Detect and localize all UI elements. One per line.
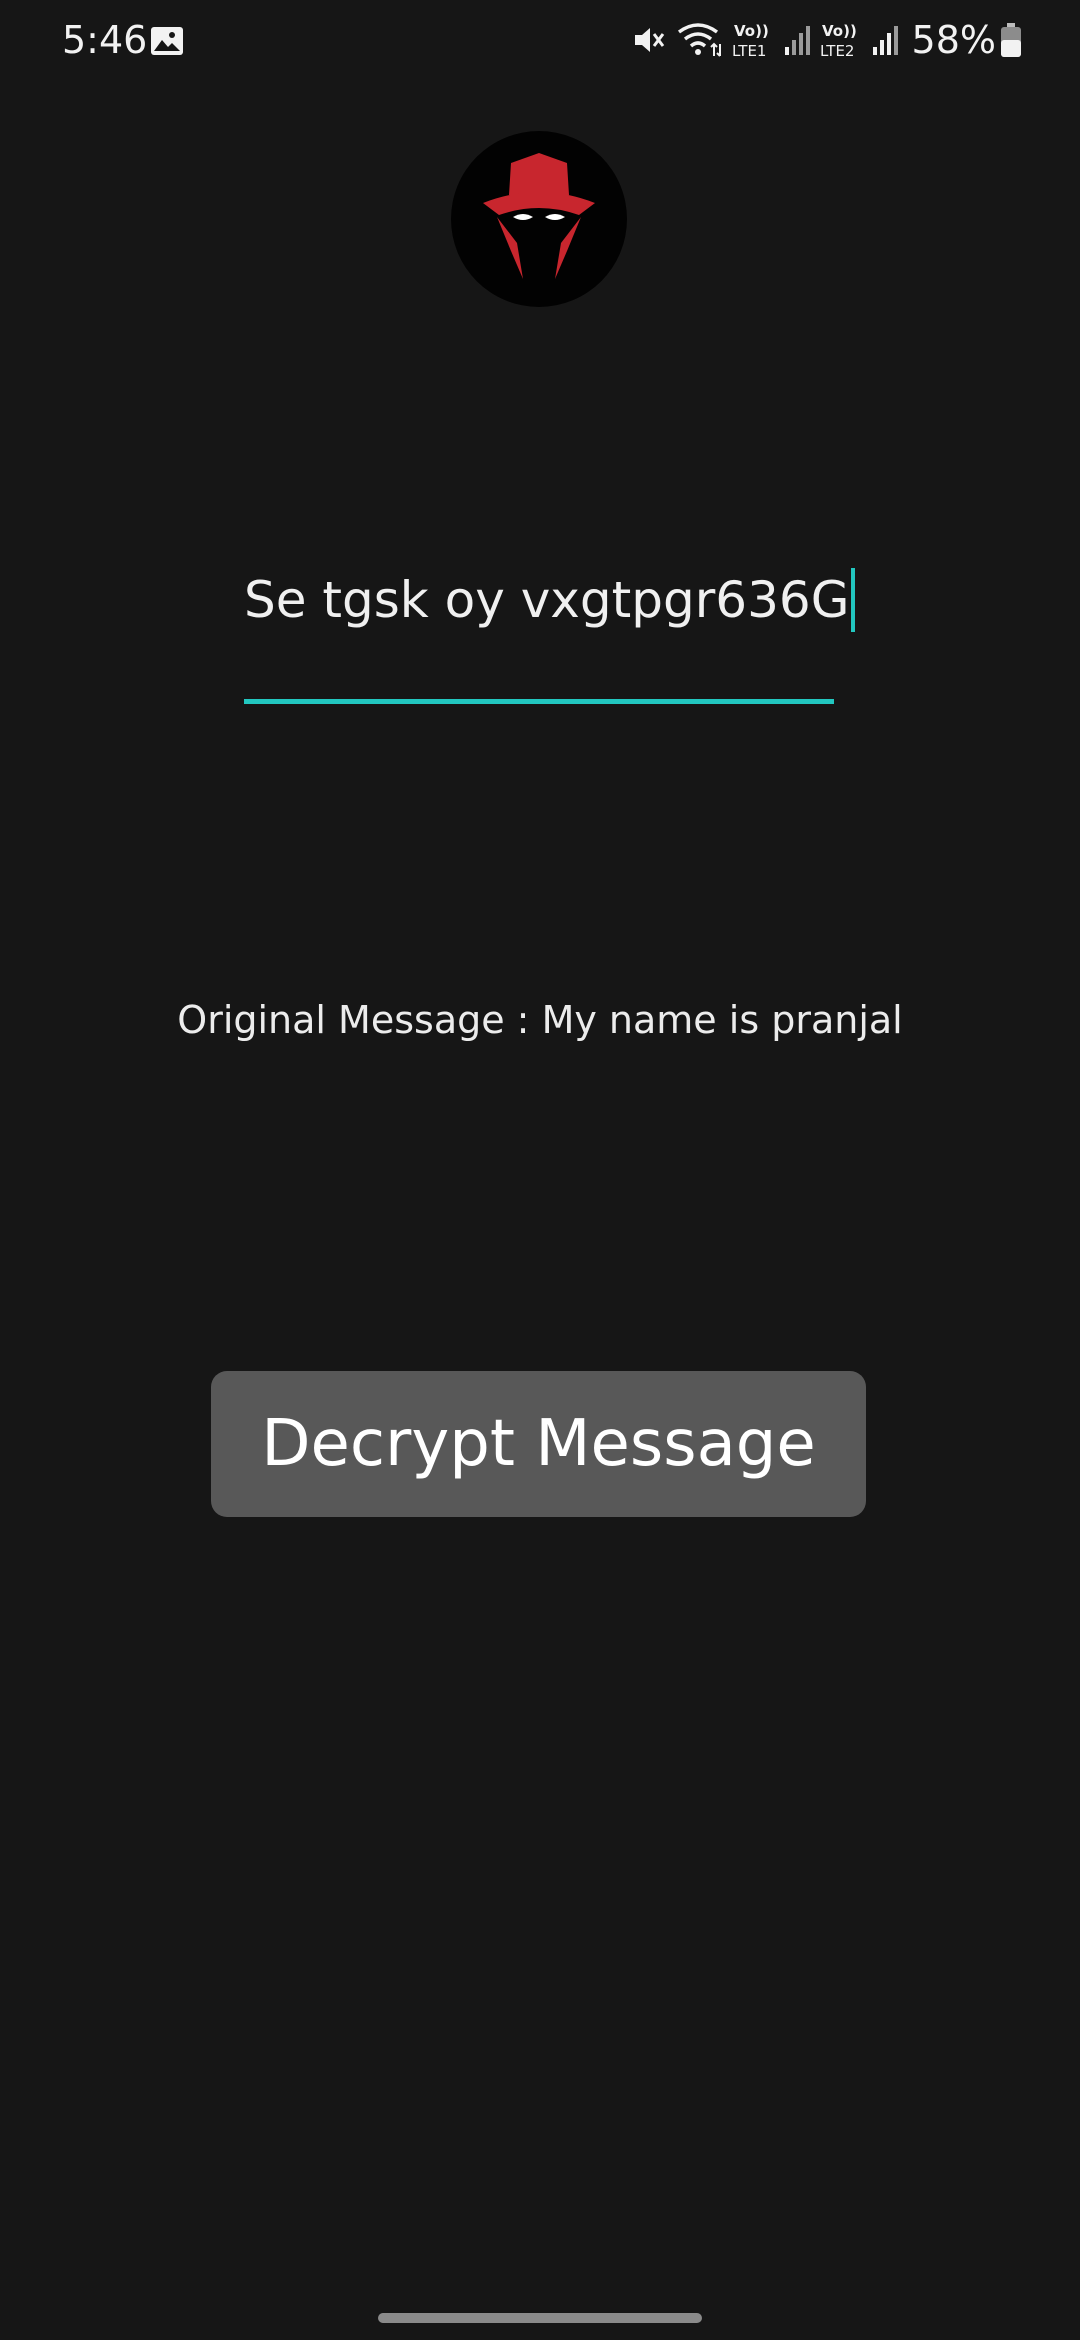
battery-icon <box>1001 23 1021 57</box>
status-bar: 5:46 Vo)) LTE1 Vo)) LTE2 58% <box>0 0 1080 80</box>
mute-icon <box>634 28 664 52</box>
gesture-nav-handle[interactable] <box>378 2313 702 2323</box>
spy-hat-logo-icon <box>451 131 627 307</box>
volte-lte2-icon: Vo)) LTE2 <box>820 22 857 60</box>
input-underline <box>244 699 834 704</box>
signal-icon <box>872 26 898 55</box>
original-message-text: Original Message : My name is pranjal <box>177 998 903 1042</box>
gallery-icon <box>151 27 183 55</box>
message-input-field[interactable]: Se tgsk oy vxgtpgr636G <box>244 560 856 710</box>
input-value: Se tgsk oy vxgtpgr636G <box>244 571 850 629</box>
status-time: 5:46 <box>62 18 148 62</box>
signal-icon <box>784 26 810 55</box>
svg-text:Vo)): Vo)) <box>822 22 857 40</box>
wifi-icon <box>677 23 721 57</box>
decrypt-message-button[interactable]: Decrypt Message <box>211 1371 866 1517</box>
battery-percent: 58% <box>911 18 996 62</box>
text-cursor <box>851 567 856 632</box>
decrypt-screen: 5:46 Vo)) LTE1 Vo)) LTE2 58% Se tgsk oy … <box>0 0 1080 2340</box>
svg-text:LTE1: LTE1 <box>732 42 766 60</box>
volte-lte1-icon: Vo)) LTE1 <box>732 22 769 60</box>
svg-text:LTE2: LTE2 <box>820 42 854 60</box>
svg-text:Vo)): Vo)) <box>734 22 769 40</box>
status-icons: Vo)) LTE1 Vo)) LTE2 58% <box>622 14 1022 66</box>
encrypted-message-input[interactable]: Se tgsk oy vxgtpgr636G <box>244 560 856 640</box>
